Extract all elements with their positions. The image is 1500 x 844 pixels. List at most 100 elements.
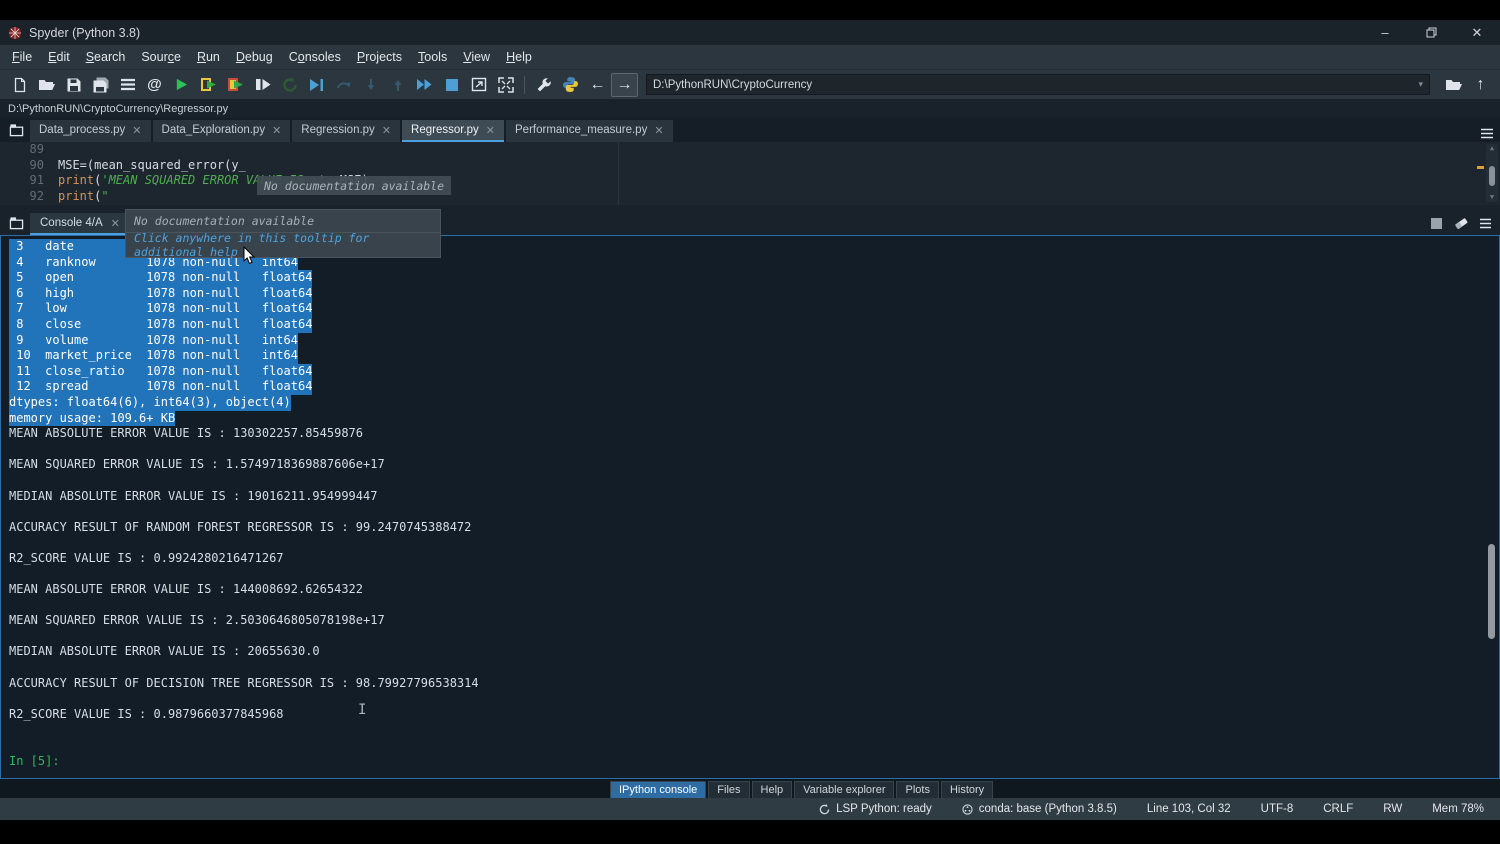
tooltip-help-link[interactable]: Click anywhere in this tooltip for addit… — [126, 233, 440, 256]
editor-tab-label: Performance_measure.py — [515, 124, 647, 136]
documentation-tooltip[interactable]: No documentation available Click anywher… — [125, 209, 441, 258]
save-icon[interactable] — [60, 73, 87, 97]
debug-file-icon[interactable] — [303, 73, 330, 97]
pane-tab-help[interactable]: Help — [752, 781, 793, 798]
line-number: 91 — [0, 173, 58, 189]
tabbar-options-icon[interactable] — [1480, 128, 1494, 139]
browse-tabs-icon[interactable] — [4, 119, 28, 141]
scroll-down-icon[interactable]: ▼ — [1488, 194, 1496, 201]
pane-tab-files[interactable]: Files — [708, 781, 749, 798]
menu-consoles[interactable]: Consoles — [281, 47, 349, 67]
menu-tools[interactable]: Tools — [410, 47, 455, 67]
editor-tab-performance_measure-py[interactable]: Performance_measure.py ✕ — [506, 120, 673, 142]
menu-source[interactable]: Source — [133, 47, 189, 67]
menu-debug[interactable]: Debug — [228, 47, 281, 67]
clear-console-icon[interactable] — [1453, 216, 1469, 230]
step-return-icon[interactable] — [384, 73, 411, 97]
run-cell-icon[interactable] — [195, 73, 222, 97]
close-button[interactable]: ✕ — [1454, 20, 1500, 45]
console-line: 10 market_price 1078 non-null int64 — [9, 348, 1499, 364]
python-env-icon[interactable] — [557, 73, 584, 97]
pane-tab-variable-explorer[interactable]: Variable explorer — [794, 781, 894, 798]
console-line: MEAN ABSOLUTE ERROR VALUE IS : 130302257… — [9, 426, 1499, 442]
console-options-icon[interactable] — [1479, 218, 1492, 229]
menu-projects[interactable]: Projects — [349, 47, 410, 67]
working-directory-field[interactable]: D:\PythonRUN\CryptoCurrency ▾ — [646, 74, 1430, 95]
editor-tab-regressor-py[interactable]: Regressor.py ✕ — [402, 120, 504, 142]
editor-tab-data_process-py[interactable]: Data_process.py✕ — [30, 120, 151, 142]
editor-scrollbar[interactable]: ▲ ▼ — [1486, 144, 1498, 202]
line-number: 90 — [0, 158, 58, 174]
minimize-button[interactable]: – — [1362, 20, 1408, 45]
rerun-cell-icon[interactable] — [276, 73, 303, 97]
pane-tab-history[interactable]: History — [941, 781, 993, 798]
editor-tab-label: Regressor.py — [411, 124, 479, 136]
line-number: 92 — [0, 189, 58, 205]
console-scroll-thumb[interactable] — [1488, 544, 1495, 639]
ipython-console-output[interactable]: 3 date 1078 non-null object 4 ranknow 10… — [0, 235, 1500, 779]
working-directory-value: D:\PythonRUN\CryptoCurrency — [653, 79, 812, 91]
editor-tab-label: Regression.py — [301, 124, 375, 136]
status-rw: RW — [1383, 803, 1402, 815]
fullscreen-icon[interactable] — [492, 73, 519, 97]
console-line: MEDIAN ABSOLUTE ERROR VALUE IS : 1901621… — [9, 489, 1499, 505]
editor-tabs: Data_process.py✕Data_Exploration.py✕Regr… — [30, 120, 675, 142]
console-tab-close-icon[interactable]: ✕ — [111, 217, 120, 230]
console-line — [9, 473, 1499, 489]
editor-tab-regression-py[interactable]: Regression.py ✕ — [292, 120, 400, 142]
status-utf-8: UTF-8 — [1261, 803, 1294, 815]
menu-search[interactable]: Search — [78, 47, 134, 67]
console-prompt: In [5]: — [9, 754, 1499, 770]
tab-close-icon[interactable]: ✕ — [654, 124, 663, 137]
code-editor[interactable]: ▲ ▼ 8990MSE=(mean_squared_error(y_91prin… — [0, 142, 1500, 205]
save-all-icon[interactable] — [87, 73, 114, 97]
scroll-up-icon[interactable]: ▲ — [1488, 145, 1496, 152]
symbol-finder-icon[interactable]: @ — [141, 73, 168, 97]
tab-close-icon[interactable]: ✕ — [486, 124, 495, 137]
menu-help[interactable]: Help — [498, 47, 540, 67]
open-file-icon[interactable] — [33, 73, 60, 97]
menu-view[interactable]: View — [455, 47, 498, 67]
restore-button[interactable] — [1408, 20, 1454, 45]
continue-icon[interactable] — [411, 73, 438, 97]
maximize-pane-icon[interactable] — [465, 73, 492, 97]
editor-scroll-thumb[interactable] — [1489, 166, 1495, 186]
back-icon[interactable]: ← — [584, 73, 611, 97]
run-file-icon[interactable] — [168, 73, 195, 97]
letterbox-bottom — [0, 820, 1500, 844]
console-line — [9, 738, 1499, 754]
console-line: 8 close 1078 non-null float64 — [9, 317, 1499, 333]
preferences-icon[interactable] — [530, 73, 557, 97]
pane-tab-plots[interactable]: Plots — [896, 781, 938, 798]
interrupt-kernel-icon[interactable] — [1430, 217, 1443, 230]
code-segment: MSE=(mean_squared_error(y_ — [58, 158, 246, 172]
forward-icon[interactable]: → — [611, 73, 638, 97]
file-switcher-icon[interactable] — [114, 73, 141, 97]
menu-edit[interactable]: Edit — [40, 47, 78, 67]
console-line: 6 high 1078 non-null float64 — [9, 286, 1499, 302]
menu-file[interactable]: File — [4, 47, 40, 67]
new-file-icon[interactable] — [6, 73, 33, 97]
run-selection-icon[interactable] — [249, 73, 276, 97]
tab-close-icon[interactable]: ✕ — [132, 124, 141, 137]
step-into-icon[interactable] — [357, 73, 384, 97]
parent-directory-icon[interactable]: ↑ — [1467, 73, 1494, 97]
console-line: R2_SCORE VALUE IS : 0.9879660377845968 — [9, 707, 1499, 723]
menu-run[interactable]: Run — [189, 47, 228, 67]
console-line — [9, 660, 1499, 676]
console-line: ACCURACY RESULT OF DECISION TREE REGRESS… — [9, 676, 1499, 692]
open-directory-icon[interactable] — [1440, 73, 1467, 97]
console-tab[interactable]: Console 4/A ✕ — [30, 213, 130, 235]
tab-close-icon[interactable]: ✕ — [272, 124, 281, 137]
console-line: MEAN ABSOLUTE ERROR VALUE IS : 144008692… — [9, 582, 1499, 598]
dropdown-arrow-icon[interactable]: ▾ — [1418, 79, 1423, 90]
stop-icon[interactable] — [438, 73, 465, 97]
step-over-icon[interactable] — [330, 73, 357, 97]
editor-tab-data_exploration-py[interactable]: Data_Exploration.py✕ — [153, 120, 291, 142]
pane-tab-ipython-console[interactable]: IPython console — [610, 781, 706, 798]
tab-close-icon[interactable]: ✕ — [382, 124, 391, 137]
selected-text: 7 low 1078 non-null float64 — [9, 301, 312, 317]
run-cell-advance-icon[interactable] — [222, 73, 249, 97]
toolbar-left-group: @ ←→ — [6, 73, 638, 97]
console-browse-tabs-icon[interactable] — [4, 212, 28, 234]
